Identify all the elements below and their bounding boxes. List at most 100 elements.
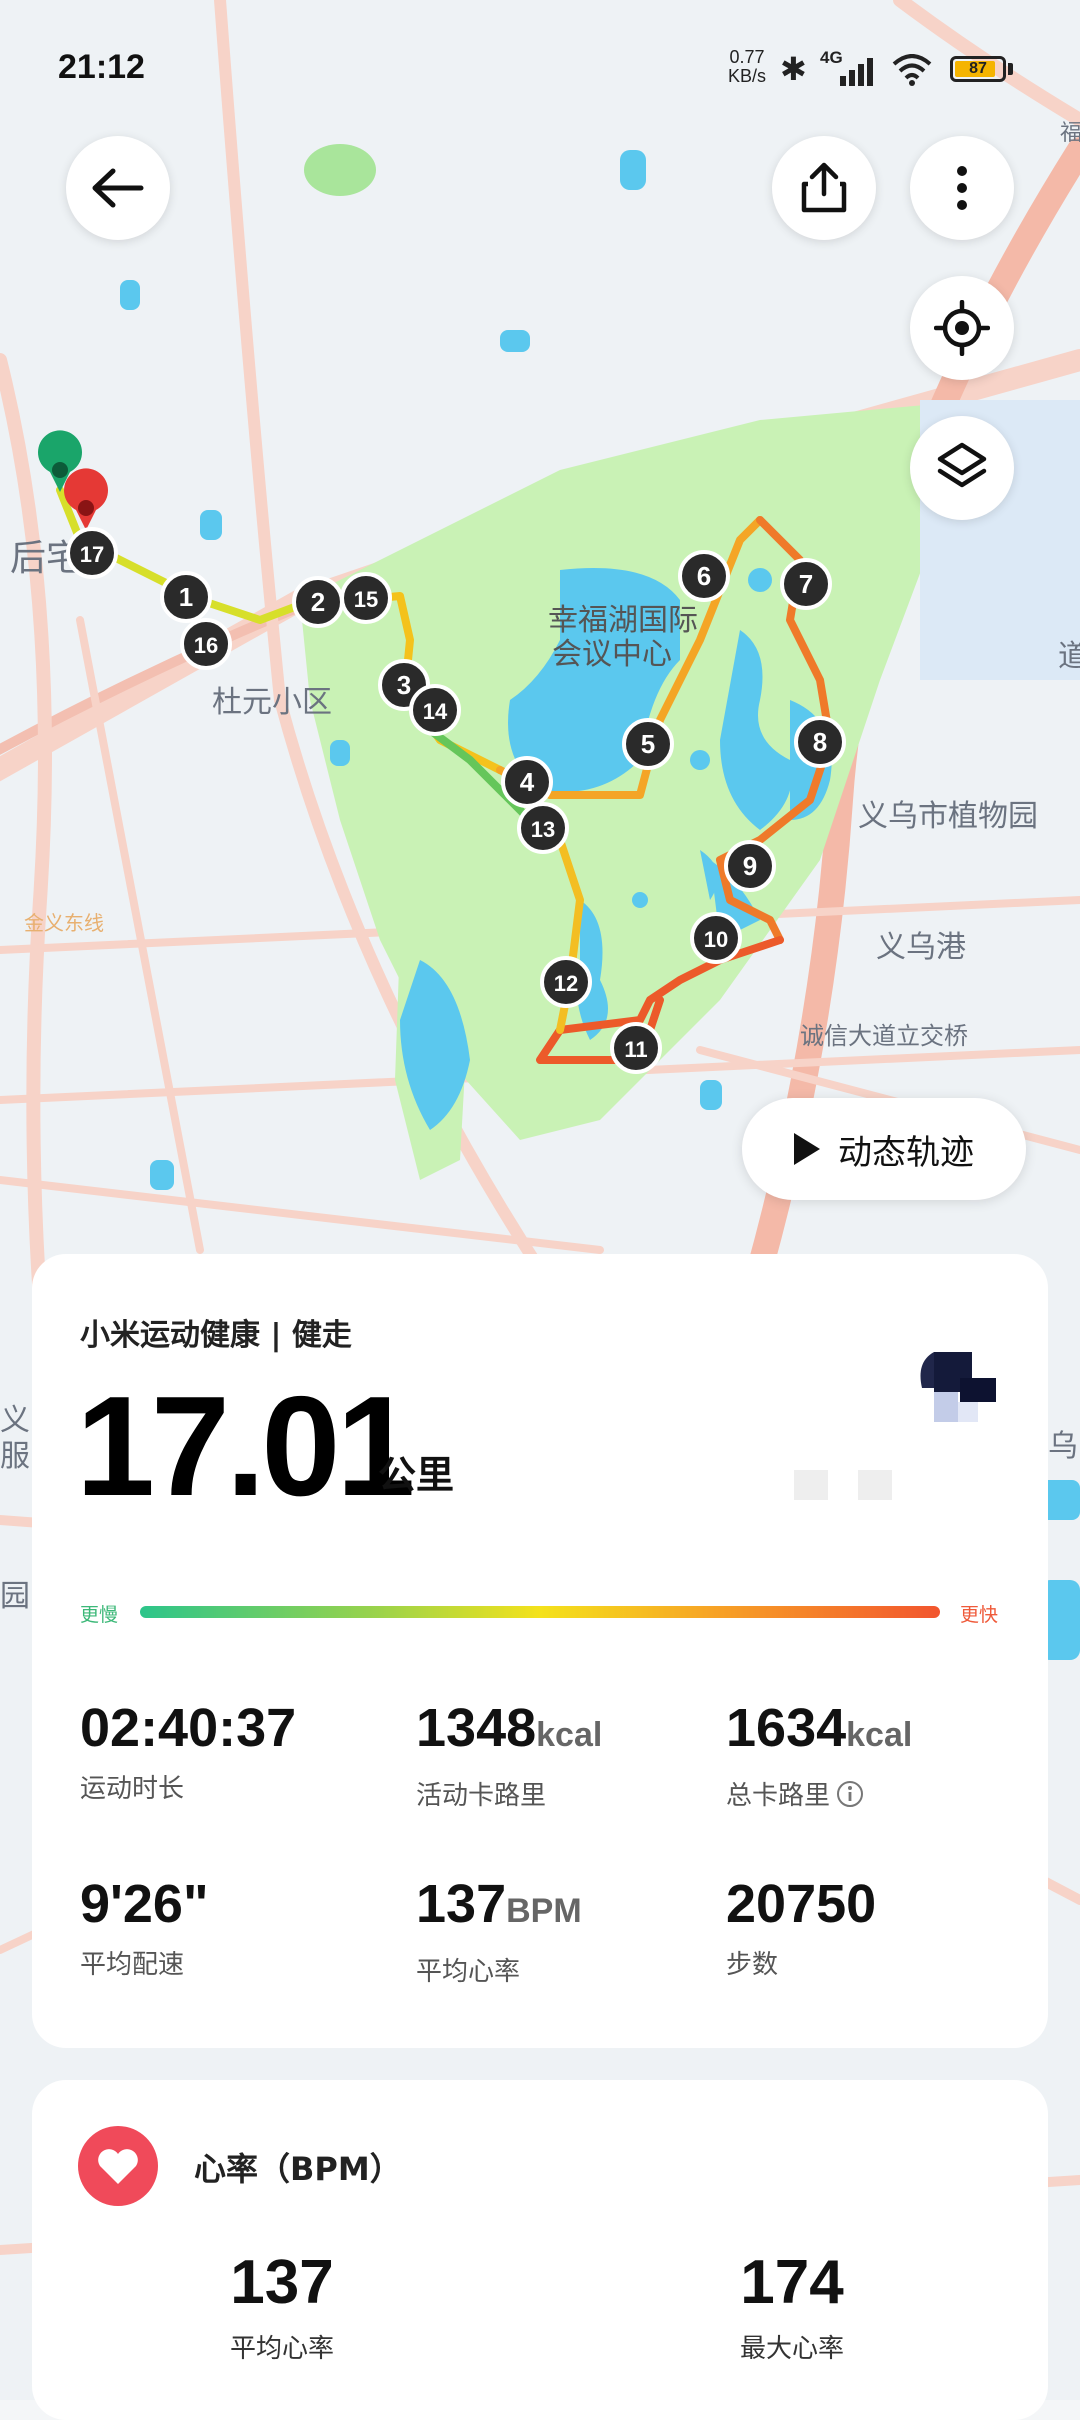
heart-rate-title: 心率（BPM）: [194, 2150, 402, 2188]
play-icon: [794, 1133, 820, 1165]
metric-unit: BPM: [506, 1892, 582, 1930]
km-marker-8: 8: [794, 716, 846, 768]
dynamic-track-button[interactable]: 动态轨迹: [742, 1098, 1026, 1200]
km-marker-15: 15: [340, 572, 392, 624]
info-icon[interactable]: [836, 1780, 864, 1808]
speed-gradient-bar: [140, 1606, 940, 1618]
status-bar: 21:12 0.77 KB/s ✱ 4G 87: [0, 0, 1080, 130]
svg-text:13: 13: [531, 817, 555, 842]
km-marker-2: 2: [292, 576, 344, 628]
svg-text:10: 10: [704, 927, 728, 952]
net-speed-unit: KB/s: [728, 66, 767, 86]
metric-value: 137: [416, 1874, 507, 1934]
km-marker-11: 11: [610, 1022, 662, 1074]
svg-text:4: 4: [520, 767, 535, 797]
share-button[interactable]: [772, 136, 876, 240]
net-speed-value: 0.77: [729, 47, 765, 67]
metric-label: 活动卡路里: [416, 1781, 547, 1811]
map-label-edge-left-2: 服: [0, 1439, 30, 1474]
svg-text:8: 8: [813, 727, 827, 757]
avg-heart-rate-value: 137: [230, 2248, 334, 2317]
svg-text:2: 2: [311, 587, 325, 617]
map-label-edge-right-2: 道: [1058, 639, 1080, 674]
metric-avg-pace: 9'26" 平均配速: [80, 1874, 209, 1981]
metric-value: 1634: [726, 1698, 847, 1758]
svg-text:3: 3: [397, 670, 411, 700]
share-icon: [801, 162, 847, 213]
avatar[interactable]: [910, 1344, 1002, 1436]
svg-text:12: 12: [554, 971, 578, 996]
metric-value: 1348: [416, 1698, 537, 1758]
signal-icon: [840, 58, 873, 86]
arrow-left-icon: [92, 168, 144, 208]
km-marker-17: 17: [66, 527, 118, 579]
svg-text:9: 9: [743, 851, 757, 881]
km-marker-16: 16: [180, 618, 232, 670]
svg-text:16: 16: [194, 633, 218, 658]
status-time: 21:12: [58, 48, 145, 86]
svg-text:17: 17: [80, 542, 104, 567]
battery-level: 87: [969, 60, 987, 77]
svg-text:7: 7: [799, 569, 813, 599]
avg-heart-rate-label: 平均心率: [229, 2334, 334, 2364]
dynamic-track-label: 动态轨迹: [838, 1132, 974, 1173]
locate-button[interactable]: [910, 276, 1014, 380]
bluetooth-icon: ✱: [780, 51, 807, 87]
metric-label: 平均心率: [416, 1957, 521, 1987]
km-marker-13: 13: [517, 802, 569, 854]
map-label-botanical: 义乌市植物园: [858, 799, 1038, 834]
km-marker-10: 10: [690, 912, 742, 964]
max-heart-rate: 174 最大心率: [682, 2250, 902, 2365]
speed-slower-label: 更慢: [80, 1604, 119, 1626]
svg-text:5: 5: [641, 729, 655, 759]
svg-text:6: 6: [697, 561, 711, 591]
max-heart-rate-label: 最大心率: [739, 2334, 844, 2364]
svg-text:1: 1: [179, 582, 193, 612]
km-marker-7: 7: [780, 558, 832, 610]
metric-label: 总卡路里: [726, 1781, 831, 1811]
metric-unit: kcal: [846, 1716, 913, 1754]
km-marker-5: 5: [622, 718, 674, 770]
km-marker-12: 12: [540, 956, 592, 1008]
metric-total-calories: 1634kcal 总卡路里: [726, 1698, 912, 1812]
metric-value: 20750: [726, 1874, 877, 1934]
map-label-interchange: 诚信大道立交桥: [800, 1022, 968, 1050]
net-speed: 0.77 KB/s: [728, 48, 766, 86]
workout-source: 小米运动健康 | 健走: [80, 1318, 352, 1353]
blurred-element: [794, 1470, 828, 1500]
metric-duration: 02:40:37 运动时长: [80, 1698, 296, 1805]
locate-icon: [934, 300, 990, 356]
metric-avg-heart-rate: 137BPM 平均心率: [416, 1874, 582, 1988]
metric-unit: kcal: [536, 1716, 603, 1754]
more-vertical-icon: [957, 166, 967, 210]
km-marker-14: 14: [409, 684, 461, 736]
back-button[interactable]: [66, 136, 170, 240]
wifi-icon: [892, 54, 932, 86]
km-marker-6: 6: [678, 550, 730, 602]
map-layers-button[interactable]: [910, 416, 1014, 520]
map-label-edge-right-1: 乌: [1048, 1429, 1078, 1464]
blurred-element: [858, 1470, 892, 1500]
km-marker-1: 1: [160, 571, 212, 623]
metric-steps: 20750 步数: [726, 1874, 876, 1981]
svg-text:15: 15: [354, 587, 378, 612]
map-label-edge-left-1: 义: [0, 1403, 30, 1438]
km-marker-9: 9: [724, 840, 776, 892]
metric-label: 运动时长: [80, 1774, 185, 1804]
heart-icon: [78, 2126, 158, 2206]
more-button[interactable]: [910, 136, 1014, 240]
metric-label: 步数: [726, 1950, 779, 1980]
metric-value: 9'26": [80, 1874, 209, 1934]
svg-text:14: 14: [423, 699, 448, 724]
distance-unit: 公里: [378, 1453, 455, 1497]
battery-icon: 87: [950, 56, 1006, 82]
map-label-metro: 金义东线: [24, 911, 104, 935]
km-marker-4: 4: [501, 756, 553, 808]
metric-label: 平均配速: [80, 1950, 185, 1980]
avg-heart-rate: 137 平均心率: [172, 2250, 392, 2365]
battery-tip: [1008, 63, 1013, 75]
heart-rate-card[interactable]: 心率（BPM） 137 平均心率 174 最大心率: [32, 2080, 1048, 2420]
metric-value: 02:40:37: [80, 1698, 297, 1758]
metric-active-calories: 1348kcal 活动卡路里: [416, 1698, 602, 1812]
layers-icon: [937, 442, 987, 488]
